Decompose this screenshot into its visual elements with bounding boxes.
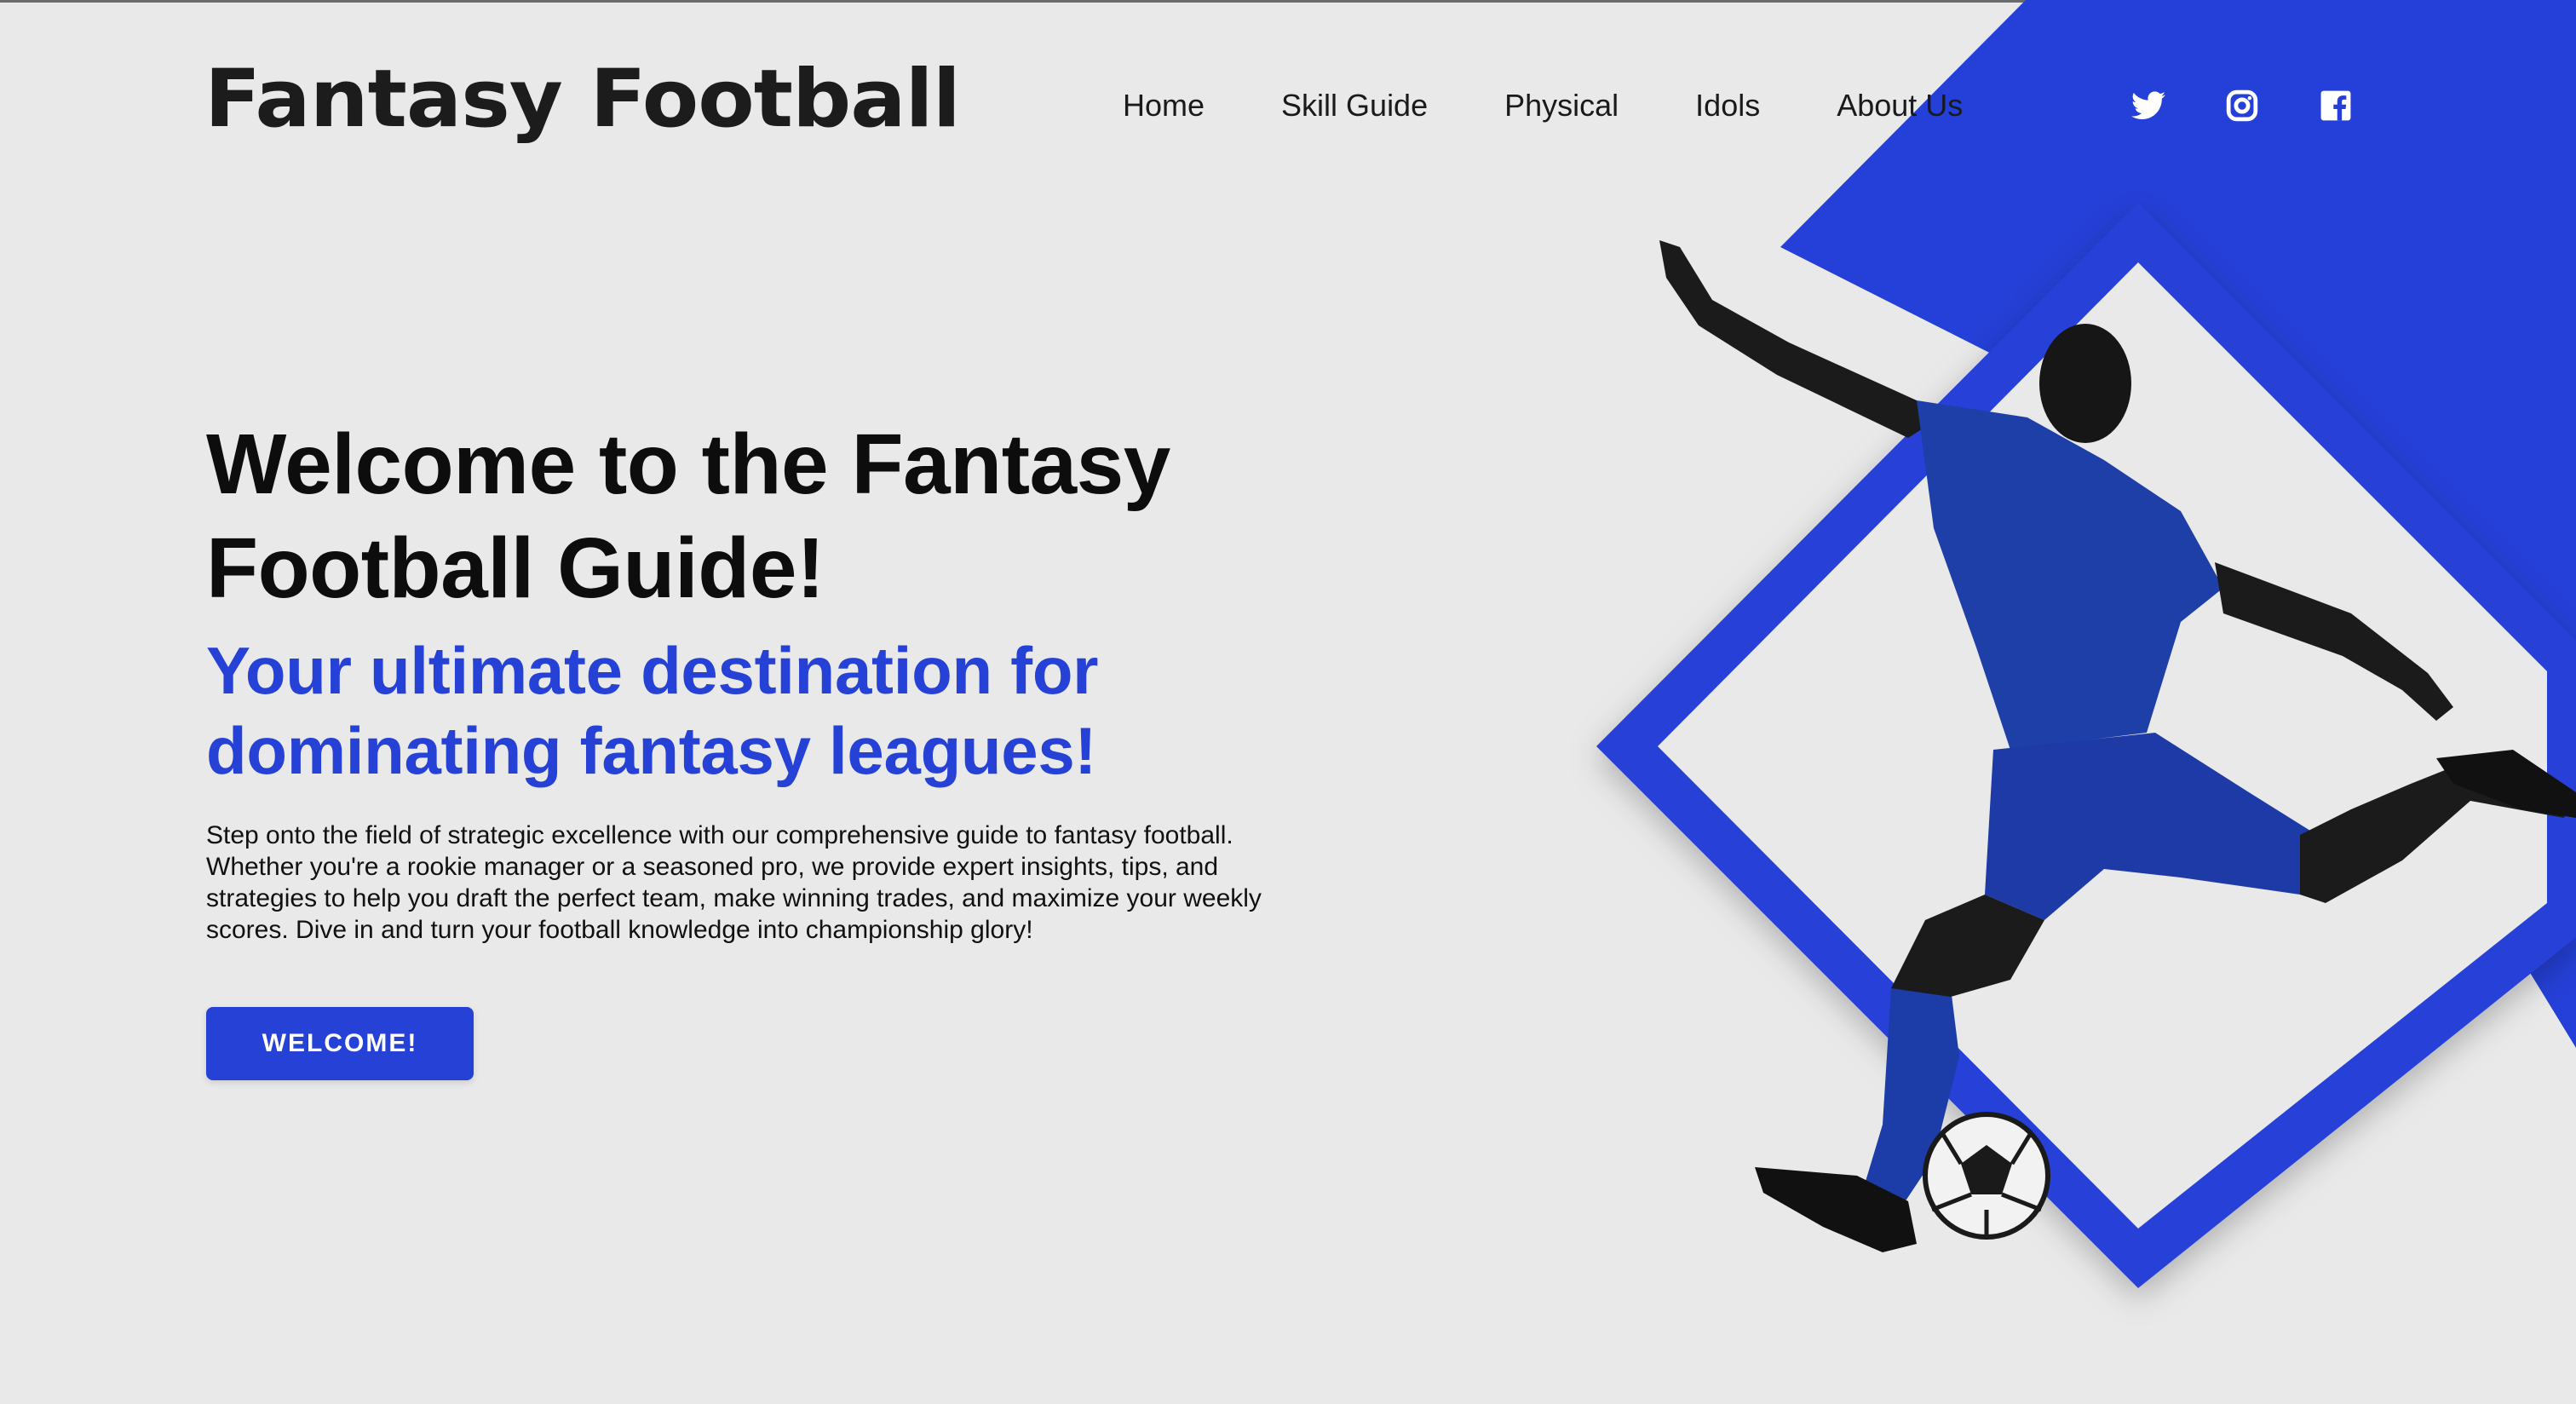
twitter-icon[interactable] xyxy=(2130,87,2167,124)
main-nav: Home Skill Guide Physical Idols About Us xyxy=(1123,83,1963,128)
hero-section: Welcome to the Fantasy Football Guide! Y… xyxy=(206,412,1331,946)
hero-subtitle: Your ultimate destination for dominating… xyxy=(206,633,1099,788)
hero-title: Welcome to the Fantasy Football Guide! xyxy=(206,417,1170,616)
instagram-icon[interactable] xyxy=(2223,87,2261,124)
landing-page: Fantasy Football Home Skill Guide Physic… xyxy=(0,0,2576,1404)
nav-item-physical[interactable]: Physical xyxy=(1504,83,1619,128)
nav-item-skill-guide[interactable]: Skill Guide xyxy=(1281,83,1428,128)
nav-item-home[interactable]: Home xyxy=(1123,83,1205,128)
nav-item-about-us[interactable]: About Us xyxy=(1837,83,1963,128)
facebook-icon[interactable] xyxy=(2317,87,2355,124)
welcome-button[interactable]: WELCOME! xyxy=(206,1007,474,1080)
hero-description: Step onto the field of strategic excelle… xyxy=(206,821,1262,944)
nav-item-idols[interactable]: Idols xyxy=(1695,83,1760,128)
social-links xyxy=(2130,87,2355,124)
site-logo[interactable]: Fantasy Football xyxy=(204,53,961,146)
